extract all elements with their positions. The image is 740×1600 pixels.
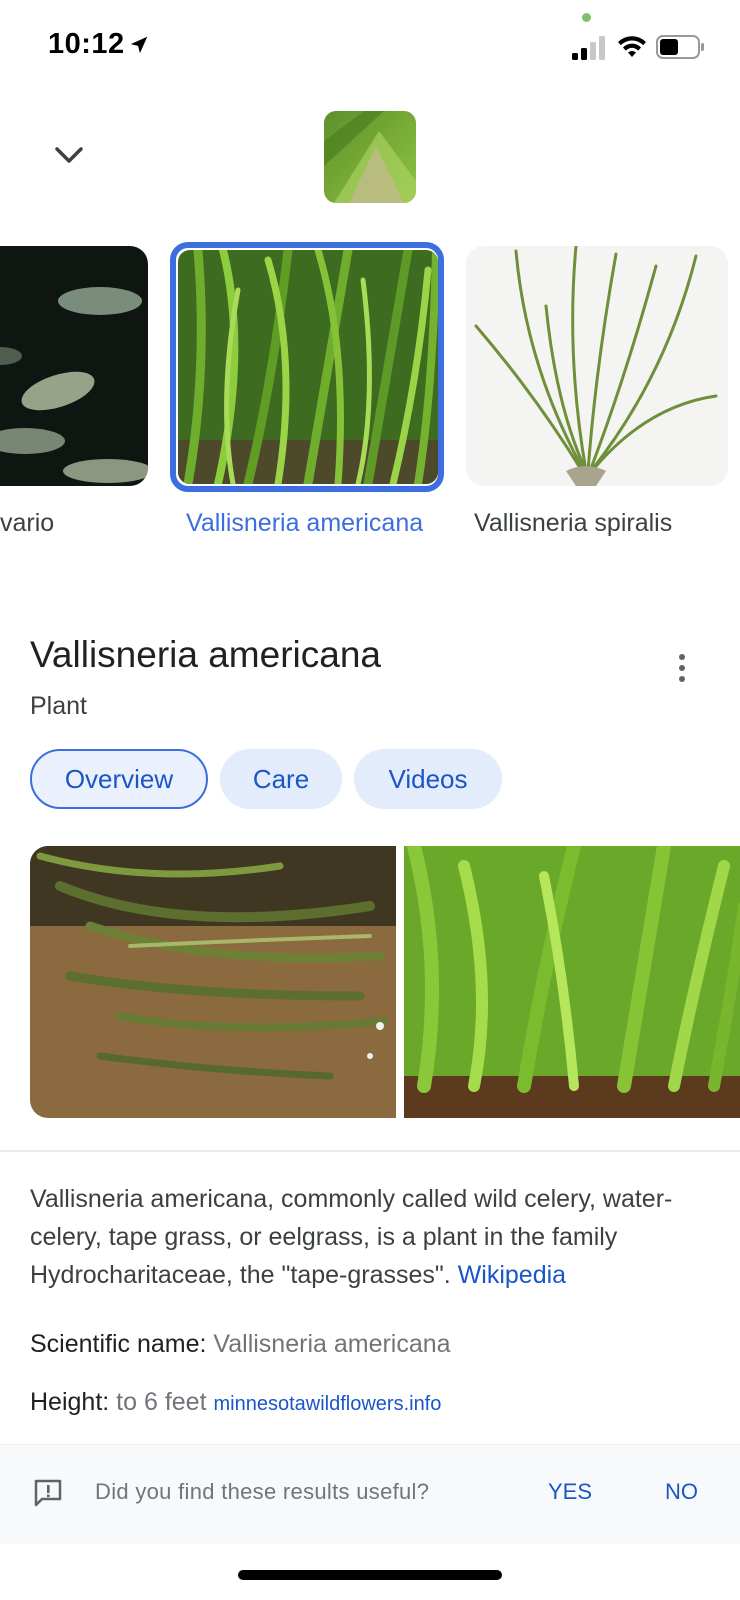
- fact-label: Height:: [30, 1388, 110, 1416]
- home-indicator[interactable]: [238, 1570, 502, 1580]
- plant-photo-1[interactable]: [30, 846, 396, 1118]
- fact-value: Vallisneria americana: [213, 1330, 451, 1358]
- query-thumbnail[interactable]: [324, 111, 416, 203]
- privacy-indicator-dot: [582, 13, 591, 22]
- fact-label: Scientific name:: [30, 1330, 207, 1358]
- battery-icon: [656, 35, 704, 59]
- wifi-icon: [618, 36, 646, 57]
- wikipedia-link[interactable]: Wikipedia: [458, 1261, 566, 1289]
- fact-source-link[interactable]: minnesotawildflowers.info: [213, 1393, 441, 1415]
- tab-videos[interactable]: Videos: [354, 749, 502, 809]
- carousel-label-3[interactable]: Vallisneria spiralis: [474, 506, 672, 540]
- collapse-button[interactable]: [42, 128, 96, 182]
- tab-overview[interactable]: Overview: [30, 749, 208, 809]
- plant-photo-2[interactable]: [404, 846, 740, 1118]
- carousel-selected-frame: [170, 242, 444, 492]
- description-text: Vallisneria americana, commonly called w…: [30, 1185, 673, 1289]
- status-time: 10:12: [48, 28, 125, 60]
- fact-height: Height: to 6 feet minnesotawildflowers.i…: [30, 1388, 441, 1417]
- carousel-label-2[interactable]: Vallisneria americana: [186, 506, 426, 540]
- entity-description: Vallisneria americana, commonly called w…: [30, 1180, 710, 1294]
- fact-value: to 6 feet: [116, 1388, 207, 1416]
- feedback-bar: Did you find these results useful? YES N…: [0, 1444, 740, 1544]
- location-arrow-icon: [130, 36, 148, 54]
- carousel-card-fish[interactable]: [0, 246, 148, 486]
- feedback-yes-button[interactable]: YES: [548, 1479, 592, 1505]
- carousel-label-1[interactable]: vario: [0, 506, 54, 540]
- divider: [0, 1150, 740, 1152]
- more-vert-icon: [679, 654, 685, 660]
- fact-scientific-name: Scientific name: Vallisneria americana: [30, 1330, 451, 1359]
- feedback-icon: [34, 1479, 62, 1507]
- tab-care[interactable]: Care: [220, 749, 342, 809]
- carousel-card-vallisneria-spiralis[interactable]: [466, 246, 728, 486]
- page-title: Vallisneria americana: [30, 634, 381, 675]
- status-bar: 10:12: [0, 0, 740, 90]
- entity-type: Plant: [30, 692, 87, 720]
- cellular-signal-icon: [572, 36, 605, 60]
- feedback-question: Did you find these results useful?: [95, 1479, 430, 1504]
- more-options-button[interactable]: [662, 648, 702, 688]
- feedback-no-button[interactable]: NO: [665, 1479, 698, 1505]
- chevron-down-icon: [55, 147, 83, 163]
